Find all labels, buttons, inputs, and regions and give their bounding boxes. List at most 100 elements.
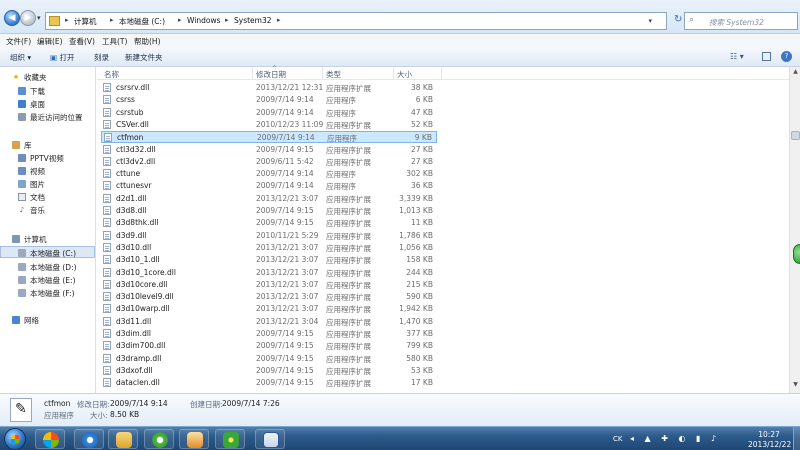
- file-row[interactable]: d3d10level9.dll 2013/12/21 3:07 应用程序扩展 590 …: [101, 291, 437, 303]
- file-row[interactable]: ctfmon 2009/7/14 9:14 应用程序 9 KB: [101, 131, 437, 144]
- file-row[interactable]: csrss 2009/7/14 9:14 应用程序 6 KB: [101, 94, 437, 106]
- address-history-dropdown[interactable]: ▾: [648, 17, 652, 25]
- file-row[interactable]: d3d10.dll 2013/12/21 3:07 应用程序扩展 1,056 KB: [101, 242, 437, 254]
- address-box[interactable]: ▸ 计算机 ▸ 本地磁盘 (C:) ▸ Windows ▸ System32 ▸…: [45, 12, 667, 30]
- scroll-up-icon[interactable]: ▲: [791, 68, 800, 78]
- scroll-down-icon[interactable]: ▼: [791, 381, 800, 391]
- column-divider[interactable]: [322, 67, 323, 80]
- taskbar-app-word[interactable]: [255, 429, 285, 449]
- file-row[interactable]: ctl3dv2.dll 2009/6/11 5:42 应用程序扩展 27 KB: [101, 156, 437, 168]
- file-modified: 2009/7/14 9:14: [256, 181, 314, 191]
- start-button[interactable]: [4, 428, 26, 450]
- file-row[interactable]: d3d10warp.dll 2013/12/21 3:07 应用程序扩展 1,942 …: [101, 303, 437, 315]
- nav-drive-c[interactable]: 本地磁盘 (C:): [0, 246, 95, 258]
- clock-time[interactable]: 10:27: [748, 430, 790, 439]
- nav-documents[interactable]: 文档: [0, 191, 95, 203]
- file-row[interactable]: d3dramp.dll 2009/7/14 9:15 应用程序扩展 580 KB: [101, 353, 437, 365]
- taskbar-app-explorer[interactable]: [108, 429, 138, 449]
- file-modified: 2013/12/21 3:07: [256, 292, 319, 302]
- breadcrumb-windows[interactable]: Windows: [187, 16, 220, 25]
- column-divider[interactable]: [393, 67, 394, 80]
- tray-icons[interactable]: ◂ ▲ ✚ ◐ ▮ ♪: [630, 434, 720, 443]
- file-row[interactable]: d3d10core.dll 2013/12/21 3:07 应用程序扩展 215 KB: [101, 279, 437, 291]
- nav-desktop[interactable]: 桌面: [0, 98, 95, 110]
- nav-drive-f[interactable]: 本地磁盘 (F:): [0, 287, 95, 299]
- clock-date[interactable]: 2013/12/22: [748, 440, 791, 449]
- organize-button[interactable]: 组织 ▾: [10, 52, 31, 63]
- file-row[interactable]: cttunesvr 2009/7/14 9:14 应用程序 36 KB: [101, 180, 437, 192]
- nav-computer[interactable]: 计算机: [0, 233, 95, 245]
- taskbar-app-colorful[interactable]: [35, 429, 65, 449]
- taskbar-app-browser[interactable]: [144, 429, 174, 449]
- menu-help[interactable]: 帮助(H): [134, 36, 161, 47]
- back-button[interactable]: ◀: [4, 10, 20, 26]
- file-row[interactable]: d3d9.dll 2010/11/21 5:29 应用程序扩展 1,786 KB: [101, 230, 437, 242]
- file-row[interactable]: d3d11.dll 2013/12/21 3:04 应用程序扩展 1,470 KB: [101, 316, 437, 328]
- taskbar-app-cat[interactable]: [179, 429, 209, 449]
- breadcrumb-drive-c[interactable]: 本地磁盘 (C:): [119, 16, 165, 27]
- nav-downloads[interactable]: 下载: [0, 85, 95, 97]
- nav-drive-e[interactable]: 本地磁盘 (E:): [0, 274, 95, 286]
- nav-libraries[interactable]: 库: [0, 139, 95, 151]
- open-button[interactable]: ▣ 打开: [50, 52, 74, 63]
- taskbar-app-ie[interactable]: [74, 429, 104, 449]
- file-row[interactable]: d3dim700.dll 2009/7/14 9:15 应用程序扩展 799 KB: [101, 340, 437, 352]
- recent-pages-dropdown[interactable]: ▾: [37, 14, 41, 22]
- change-view-icon[interactable]: ☷ ▾: [730, 52, 744, 61]
- file-row[interactable]: CSVer.dll 2010/12/23 11:09 应用程序扩展 52 KB: [101, 119, 437, 131]
- burn-button[interactable]: 刻录: [94, 52, 109, 63]
- language-indicator[interactable]: CK: [613, 435, 622, 443]
- menu-view[interactable]: 查看(V): [69, 36, 95, 47]
- breadcrumb-separator[interactable]: ▸: [225, 16, 229, 24]
- column-modified[interactable]: 修改日期: [256, 69, 286, 80]
- nav-recent[interactable]: 最近访问的位置: [0, 111, 95, 123]
- breadcrumb-separator[interactable]: ▸: [110, 16, 114, 24]
- menu-edit[interactable]: 编辑(E): [37, 36, 63, 47]
- breadcrumb-separator[interactable]: ▸: [178, 16, 182, 24]
- preview-pane-icon[interactable]: [762, 52, 771, 61]
- breadcrumb-computer[interactable]: 计算机: [74, 16, 97, 27]
- file-row[interactable]: d2d1.dll 2013/12/21 3:07 应用程序扩展 3,339 KB: [101, 193, 437, 205]
- search-input[interactable]: ⌕ 搜索 System32: [684, 12, 798, 30]
- vertical-scrollbar[interactable]: ▲ ▼: [789, 67, 800, 393]
- new-folder-button[interactable]: 新建文件夹: [125, 52, 163, 63]
- column-divider[interactable]: [252, 67, 253, 80]
- nav-favorites[interactable]: ★ 收藏夹: [0, 71, 95, 83]
- show-desktop-button[interactable]: [793, 427, 800, 450]
- breadcrumb-system32[interactable]: System32: [234, 16, 272, 25]
- file-row[interactable]: dataclen.dll 2009/7/14 9:15 应用程序扩展 17 KB: [101, 377, 437, 389]
- file-row[interactable]: d3d8thk.dll 2009/7/14 9:15 应用程序扩展 11 KB: [101, 217, 437, 229]
- file-row[interactable]: d3d8.dll 2009/7/14 9:15 应用程序扩展 1,013 KB: [101, 205, 437, 217]
- column-divider[interactable]: [441, 67, 442, 80]
- file-row[interactable]: csrstub 2009/7/14 9:14 应用程序 47 KB: [101, 107, 437, 119]
- menu-tools[interactable]: 工具(T): [102, 36, 127, 47]
- file-type: 应用程序扩展: [326, 219, 371, 229]
- nav-music[interactable]: ♪ 音乐: [0, 204, 95, 216]
- file-row[interactable]: d3d10_1.dll 2013/12/21 3:07 应用程序扩展 158 KB: [101, 254, 437, 266]
- help-icon[interactable]: ?: [781, 51, 792, 62]
- file-row[interactable]: d3d10_1core.dll 2013/12/21 3:07 应用程序扩展 244 …: [101, 267, 437, 279]
- file-row[interactable]: d3dim.dll 2009/7/14 9:15 应用程序扩展 377 KB: [101, 328, 437, 340]
- column-size[interactable]: 大小: [397, 69, 412, 80]
- scroll-thumb[interactable]: [791, 131, 800, 140]
- nav-label: 下载: [30, 87, 45, 96]
- file-row[interactable]: cttune 2009/7/14 9:14 应用程序 302 KB: [101, 168, 437, 180]
- nav-network[interactable]: 网络: [0, 314, 95, 326]
- nav-drive-d[interactable]: 本地磁盘 (D:): [0, 261, 95, 273]
- file-modified: 2009/7/14 9:15: [256, 365, 314, 375]
- refresh-icon[interactable]: ↻: [674, 14, 682, 25]
- file-row[interactable]: ctl3d32.dll 2009/7/14 9:15 应用程序扩展 27 KB: [101, 144, 437, 156]
- nav-pictures[interactable]: 图片: [0, 178, 95, 190]
- menu-file[interactable]: 文件(F): [6, 36, 31, 47]
- taskbar-app-green-plus[interactable]: [215, 429, 245, 449]
- nav-pptv[interactable]: PPTV视频: [0, 152, 95, 164]
- breadcrumb-separator[interactable]: ▸: [277, 16, 281, 24]
- column-name[interactable]: 名称: [104, 69, 119, 80]
- floating-widget-icon[interactable]: [793, 244, 800, 264]
- column-type[interactable]: 类型: [326, 69, 341, 80]
- file-row[interactable]: csrsrv.dll 2013/12/21 12:31 应用程序扩展 38 KB: [101, 82, 437, 94]
- breadcrumb-separator[interactable]: ▸: [65, 16, 69, 24]
- forward-button[interactable]: ▶: [20, 10, 36, 26]
- file-row[interactable]: d3dxof.dll 2009/7/14 9:15 应用程序扩展 53 KB: [101, 365, 437, 377]
- nav-videos[interactable]: 视频: [0, 165, 95, 177]
